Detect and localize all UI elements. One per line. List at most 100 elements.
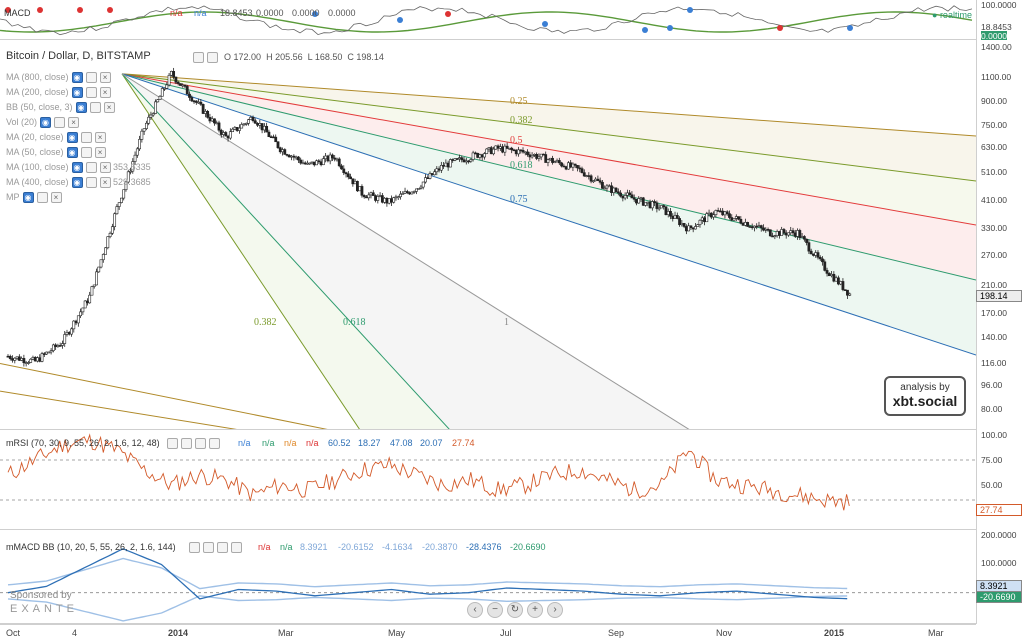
price-candle bbox=[317, 160, 321, 163]
realtime-label[interactable]: ● realtime bbox=[932, 10, 972, 20]
price-tick: 96.00 bbox=[981, 380, 1003, 390]
close-icon[interactable]: × bbox=[94, 132, 106, 144]
sponsor-logo[interactable]: EXANTE bbox=[10, 603, 78, 615]
macd-scale[interactable]: 200.0000 100.0000 bbox=[976, 530, 1024, 624]
main-price-pane[interactable]: Bitcoin / Dollar, D, BITSTAMP O 172.00 H… bbox=[0, 40, 976, 430]
close-icon[interactable]: × bbox=[50, 192, 62, 204]
settings-icon[interactable] bbox=[85, 177, 97, 189]
close-icon[interactable]: × bbox=[103, 102, 115, 114]
price-tick: 170.00 bbox=[981, 308, 1007, 318]
time-tick: Oct bbox=[6, 628, 21, 638]
scroll-right-button[interactable]: › bbox=[547, 602, 563, 618]
price-candle bbox=[630, 194, 634, 199]
settings-icon[interactable] bbox=[85, 72, 97, 84]
price-candle bbox=[492, 148, 495, 155]
close-icon[interactable]: × bbox=[99, 72, 111, 84]
settings-icon[interactable] bbox=[54, 117, 66, 129]
close-icon[interactable]: × bbox=[94, 147, 106, 159]
price-candle bbox=[376, 196, 380, 201]
close-icon[interactable] bbox=[195, 438, 206, 449]
price-candle bbox=[836, 277, 840, 285]
time-axis[interactable]: Oct 4 2014 Mar May Jul Sep Nov 2015 Mar bbox=[0, 624, 976, 641]
price-candle bbox=[464, 160, 468, 163]
move-icon[interactable] bbox=[209, 438, 220, 449]
price-candle bbox=[805, 238, 809, 243]
close-icon[interactable] bbox=[217, 542, 228, 553]
close-icon[interactable]: × bbox=[99, 162, 111, 174]
price-candle bbox=[36, 357, 39, 362]
price-candle bbox=[503, 145, 507, 153]
settings-icon[interactable] bbox=[203, 542, 214, 553]
price-candle bbox=[351, 178, 355, 185]
indicator-row[interactable]: MA (800, close) ◉ × bbox=[6, 72, 111, 84]
rsi-value: n/a bbox=[238, 438, 251, 448]
price-candle bbox=[435, 168, 439, 173]
settings-icon[interactable] bbox=[80, 147, 92, 159]
scroll-left-button[interactable]: ‹ bbox=[467, 602, 483, 618]
price-candle bbox=[453, 158, 457, 161]
eye-icon[interactable]: ◉ bbox=[22, 192, 34, 204]
price-chart[interactable] bbox=[0, 40, 976, 430]
eye-icon[interactable]: ◉ bbox=[40, 117, 52, 129]
price-candle bbox=[219, 129, 223, 135]
eye-icon[interactable]: ◉ bbox=[75, 102, 87, 114]
eye-icon[interactable] bbox=[189, 542, 200, 553]
top-signal-dot bbox=[77, 7, 83, 13]
indicator-row[interactable]: BB (50, close, 3) ◉ × bbox=[6, 102, 115, 114]
eye-icon[interactable]: ◉ bbox=[66, 147, 78, 159]
eye-icon[interactable]: ◉ bbox=[71, 87, 83, 99]
indicator-row[interactable]: MA (400, close) ◉ × 529.3685 bbox=[6, 177, 151, 189]
indicator-row[interactable]: MP ◉ × bbox=[6, 192, 62, 204]
indicator-row[interactable]: MA (100, close) ◉ × 353.6335 bbox=[6, 162, 151, 174]
compare-icon[interactable] bbox=[207, 52, 218, 63]
rsi-pane[interactable]: mRSI (70, 30, 9, 55, 26, 2, 1.6, 12, 48)… bbox=[0, 430, 976, 530]
price-candle bbox=[814, 252, 818, 256]
reset-button[interactable]: ↻ bbox=[507, 602, 523, 618]
eye-icon[interactable] bbox=[167, 438, 178, 449]
price-candle bbox=[56, 345, 60, 348]
close-icon[interactable]: × bbox=[99, 87, 111, 99]
price-candle bbox=[169, 71, 173, 76]
eye-icon[interactable]: ◉ bbox=[71, 72, 83, 84]
settings-icon[interactable] bbox=[36, 192, 48, 204]
indicator-row[interactable]: MA (20, close) ◉ × bbox=[6, 132, 106, 144]
settings-icon[interactable] bbox=[85, 87, 97, 99]
price-candle bbox=[562, 165, 566, 168]
close-icon[interactable]: × bbox=[68, 117, 80, 129]
settings-icon[interactable] bbox=[89, 102, 101, 114]
zoom-in-button[interactable]: + bbox=[527, 602, 543, 618]
eye-icon[interactable]: ◉ bbox=[71, 177, 83, 189]
price-candle bbox=[90, 286, 94, 296]
price-candle bbox=[167, 74, 171, 86]
price-candle bbox=[419, 186, 423, 189]
price-candle bbox=[551, 157, 554, 163]
top-price-scale[interactable]: 100.0000 18.8453 0.0000 bbox=[976, 0, 1024, 41]
price-candle bbox=[612, 187, 616, 193]
eye-icon[interactable]: ◉ bbox=[71, 162, 83, 174]
price-candle bbox=[117, 202, 121, 207]
price-candle bbox=[494, 145, 498, 150]
price-candle bbox=[158, 95, 162, 100]
settings-icon[interactable] bbox=[181, 438, 192, 449]
settings-icon[interactable] bbox=[85, 162, 97, 174]
indicator-label: MA (20, close) bbox=[6, 132, 64, 142]
last-price-badge: 198.14 bbox=[976, 290, 1022, 302]
price-candle bbox=[512, 149, 516, 152]
settings-icon[interactable] bbox=[193, 52, 204, 63]
main-price-scale[interactable]: 1400.00 1100.00 900.00 750.00 630.00 510… bbox=[976, 40, 1024, 430]
macd-tick: 100.0000 bbox=[981, 558, 1017, 568]
price-candle bbox=[29, 358, 33, 363]
macd-tick: 200.0000 bbox=[981, 530, 1017, 540]
indicator-row[interactable]: Vol (20) ◉ × bbox=[6, 117, 80, 129]
close-icon[interactable]: × bbox=[99, 177, 111, 189]
top-pane-value: 0.0000 bbox=[256, 8, 284, 18]
indicator-row[interactable]: MA (50, close) ◉ × bbox=[6, 147, 106, 159]
settings-icon[interactable] bbox=[80, 132, 92, 144]
price-candle bbox=[192, 100, 196, 103]
zoom-out-button[interactable]: − bbox=[487, 602, 503, 618]
price-candle bbox=[741, 222, 745, 226]
price-candle bbox=[262, 125, 266, 131]
eye-icon[interactable]: ◉ bbox=[66, 132, 78, 144]
move-icon[interactable] bbox=[231, 542, 242, 553]
indicator-row[interactable]: MA (200, close) ◉ × bbox=[6, 87, 111, 99]
